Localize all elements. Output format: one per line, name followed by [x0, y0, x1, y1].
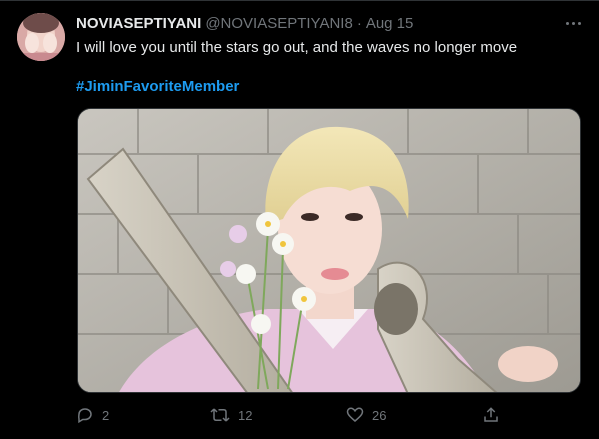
tweet-image[interactable] [77, 108, 581, 393]
reply-button[interactable]: 2 [76, 402, 109, 428]
hashtag-link[interactable]: #JiminFavoriteMember [76, 77, 239, 97]
user-handle[interactable]: @NOVIASEPTIYANI8 [205, 15, 353, 32]
like-icon [346, 407, 364, 422]
more-icon[interactable] [560, 12, 586, 34]
action-bar: 2 12 26 [76, 402, 576, 428]
share-button[interactable] [482, 402, 500, 428]
like-count: 26 [372, 407, 387, 423]
retweet-icon [210, 408, 230, 422]
separator-dot: · [356, 14, 362, 32]
avatar[interactable] [17, 13, 65, 61]
retweet-count: 12 [238, 407, 253, 423]
share-icon [484, 407, 498, 422]
divider [0, 0, 599, 1]
tweet-header: NOVIASEPTIYANI @NOVIASEPTIYANI8 · Aug 15 [76, 13, 413, 33]
tweet[interactable]: NOVIASEPTIYANI @NOVIASEPTIYANI8 · Aug 15… [0, 0, 599, 439]
like-button[interactable]: 26 [346, 402, 386, 428]
tweet-text: I will love you until the stars go out, … [76, 39, 518, 56]
display-name[interactable]: NOVIASEPTIYANI [76, 15, 201, 32]
reply-count: 2 [102, 407, 110, 423]
reply-icon [78, 408, 92, 424]
tweet-date[interactable]: Aug 15 [366, 15, 414, 32]
retweet-button[interactable]: 12 [210, 402, 252, 428]
